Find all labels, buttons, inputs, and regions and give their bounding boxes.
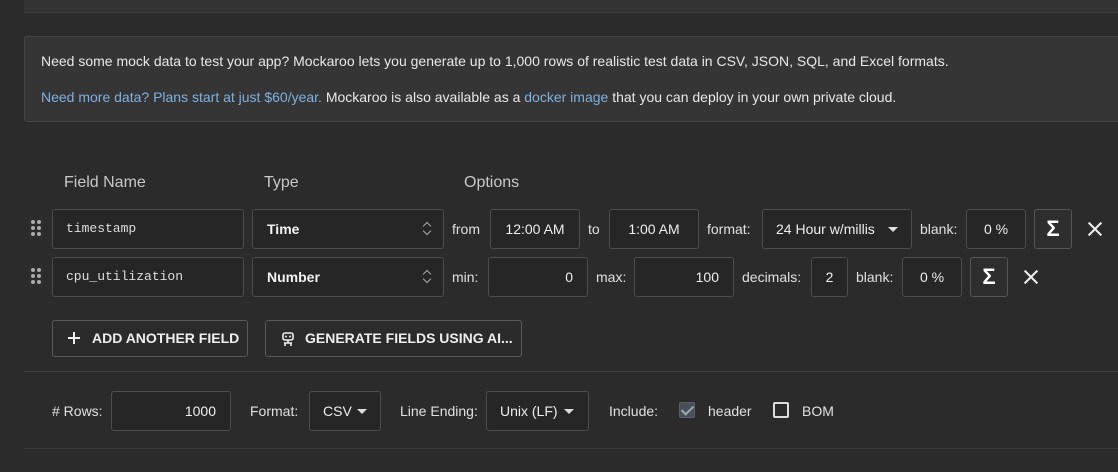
format-value: CSV [323,403,352,419]
line-ending-label: Line Ending: [400,403,478,419]
sigma-icon[interactable]: Σ [970,257,1008,297]
caret-down-icon [357,409,367,414]
divider [24,371,1118,372]
header-label: header [708,403,752,419]
field-type-label: Time [267,221,300,237]
caret-down-icon [564,409,574,414]
header-checkbox[interactable] [679,402,695,418]
docker-image-link[interactable]: docker image [524,89,608,105]
bom-label: BOM [802,403,834,419]
decimals-label: decimals: [742,269,802,285]
info-text-secondary: Need more data? Plans start at just $60/… [41,89,896,105]
to-time-input[interactable]: 1:00 AM [609,209,699,249]
top-panel [24,0,1118,13]
plans-link[interactable]: Need more data? Plans start at just $60/… [41,89,322,105]
field-name-header: Field Name [64,174,146,191]
blank-label: blank: [920,221,958,237]
plus-icon [68,332,80,344]
from-label: from [452,221,480,237]
min-label: min: [452,269,479,285]
generate-ai-label: GENERATE FIELDS USING AI... [305,330,513,346]
line-ending-value: Unix (LF) [500,403,558,419]
min-input[interactable]: 0 [488,257,588,297]
drag-handle-icon[interactable] [31,268,43,286]
format-select[interactable]: CSV [309,391,381,431]
max-input[interactable]: 100 [634,257,734,297]
sigma-icon[interactable]: Σ [1034,209,1072,249]
blank-percent-input[interactable]: 0 % [966,209,1026,249]
time-format-select[interactable]: 24 Hour w/millis [762,209,912,249]
robot-icon [282,332,294,346]
decimals-input[interactable]: 2 [811,257,848,297]
info-text: Need some mock data to test your app? Mo… [41,53,949,69]
drag-handle-icon[interactable] [31,220,43,238]
max-label: max: [596,269,627,285]
add-field-label: ADD ANOTHER FIELD [92,330,240,346]
to-label: to [588,221,600,237]
close-icon[interactable] [1019,265,1043,289]
info-text-mid: Mockaroo is also available as a [321,89,525,105]
blank-label: blank: [856,269,894,285]
include-label: Include: [609,403,659,419]
generate-fields-ai-button[interactable]: GENERATE FIELDS USING AI... [265,320,522,357]
updown-arrows-icon [423,269,431,285]
field-type-select[interactable]: Number [252,257,444,297]
rows-label: # Rows: [52,403,103,419]
bom-checkbox[interactable] [773,402,789,418]
divider [24,448,1118,449]
blank-percent-input[interactable]: 0 % [902,257,962,297]
info-panel: Need some mock data to test your app? Mo… [24,36,1118,122]
updown-arrows-icon [423,221,431,237]
options-header: Options [464,174,520,191]
close-icon[interactable] [1083,217,1107,241]
field-name-input[interactable]: cpu_utilization [52,257,244,297]
rows-input[interactable]: 1000 [111,391,231,431]
format-label: Format: [250,403,299,419]
field-type-select[interactable]: Time [252,209,444,249]
caret-down-icon [888,227,898,232]
format-label: format: [707,221,751,237]
info-text-end: that you can deploy in your own private … [608,89,897,105]
field-type-label: Number [267,269,320,285]
from-time-input[interactable]: 12:00 AM [490,209,580,249]
field-name-input[interactable]: timestamp [52,209,244,249]
add-another-field-button[interactable]: ADD ANOTHER FIELD [52,320,248,357]
line-ending-select[interactable]: Unix (LF) [486,391,589,431]
type-header: Type [264,174,299,191]
time-format-value: 24 Hour w/millis [776,221,875,237]
